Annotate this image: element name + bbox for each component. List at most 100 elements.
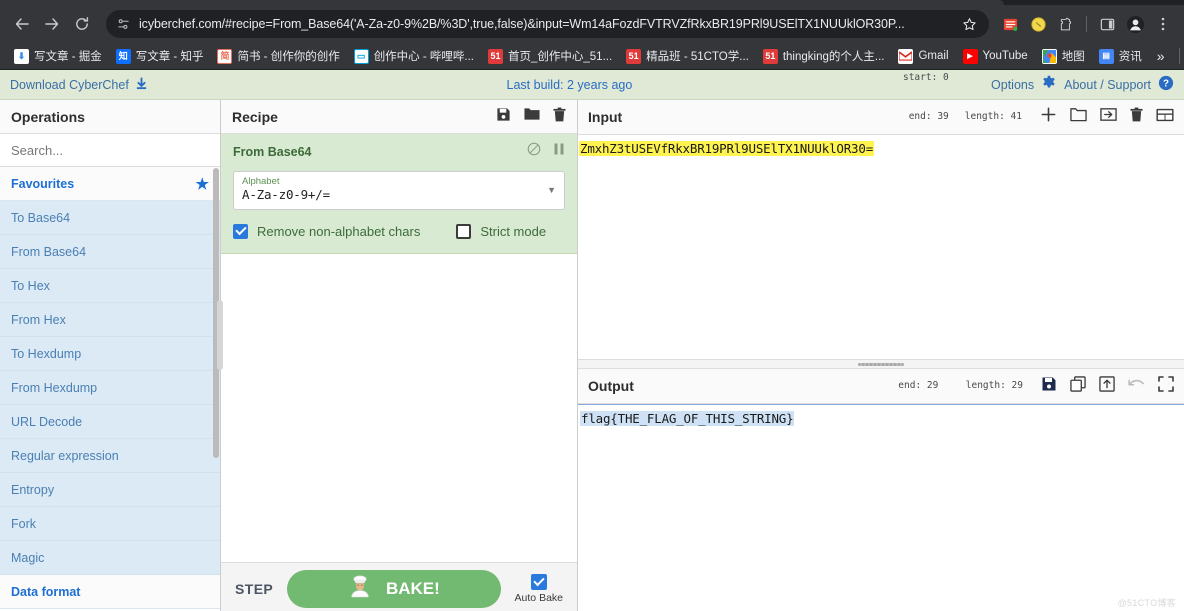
copy-output-icon[interactable]: [1070, 376, 1086, 397]
bookmarks-overflow-button[interactable]: »: [1150, 48, 1172, 64]
load-recipe-icon[interactable]: [524, 107, 540, 126]
end-value: 29: [927, 380, 938, 391]
reload-icon[interactable]: [68, 10, 96, 38]
clear-input-icon[interactable]: [1130, 107, 1143, 127]
category-data-format[interactable]: Data format: [0, 575, 220, 609]
bookmark-item[interactable]: 知 写文章 - 知乎: [110, 45, 210, 67]
bookmark-item[interactable]: ▭ 创作中心 - 哔哩哔...: [348, 45, 480, 67]
step-button[interactable]: STEP: [235, 581, 273, 597]
clear-recipe-icon[interactable]: [553, 107, 566, 127]
recipe-title-row: Recipe: [221, 100, 577, 134]
site-settings-icon[interactable]: [116, 17, 131, 32]
bookmark-item[interactable]: 51 精品班 - 51CTO学...: [620, 45, 755, 67]
operation-label: To Base64: [11, 211, 70, 225]
breakpoint-pause-icon[interactable]: [553, 142, 565, 161]
checkbox-icon: [531, 574, 547, 590]
bookmark-item[interactable]: 51 thingking的个人主...: [757, 45, 891, 67]
checkbox-label: Strict mode: [480, 224, 546, 239]
bookmark-favicon: 知: [116, 49, 131, 64]
bookmark-favicon: ▭: [354, 49, 369, 64]
bookmark-favicon: 51: [763, 49, 778, 64]
bookmark-favicon: 51: [488, 49, 503, 64]
operation-label: Fork: [11, 517, 36, 531]
io-pane: Input start: 0 end: 39 length: 39 length…: [578, 100, 1184, 611]
alphabet-argument-field[interactable]: Alphabet A-Za-z0-9+/= ▼: [233, 171, 565, 210]
bookmark-label: 简书 - 创作你的创作: [237, 48, 339, 64]
help-icon[interactable]: ?: [1158, 75, 1174, 94]
operation-fork[interactable]: Fork: [0, 507, 220, 541]
bookmark-item[interactable]: 简 简书 - 创作你的创作: [211, 45, 345, 67]
extensions-puzzle-icon[interactable]: [1053, 11, 1079, 37]
open-folder-as-input-icon[interactable]: [1100, 107, 1117, 127]
url-text: icyberchef.com/#recipe=From_Base64('A-Za…: [139, 17, 954, 31]
back-icon[interactable]: [8, 10, 36, 38]
category-favourites[interactable]: Favourites ★: [0, 167, 220, 201]
reset-pane-layout-icon[interactable]: [1156, 108, 1174, 127]
extension-notes-icon[interactable]: [997, 11, 1023, 37]
category-label: Data format: [11, 585, 80, 599]
bookmark-item[interactable]: ⬇ 写文章 - 掘金: [8, 45, 108, 67]
bake-button[interactable]: BAKE!: [287, 570, 500, 608]
operation-from-hexdump[interactable]: From Hexdump: [0, 371, 220, 405]
operations-search-input[interactable]: [0, 134, 220, 167]
disable-operation-icon[interactable]: [527, 142, 541, 161]
bookmark-favicon: 简: [217, 49, 232, 64]
input-text: ZmxhZ3tUSEVfRkxBR19PRl9USElTX1NUUklOR30=: [579, 141, 874, 156]
star-icon: ★: [196, 175, 209, 193]
gear-icon[interactable]: [1041, 75, 1057, 94]
profile-avatar-icon[interactable]: [1122, 11, 1148, 37]
chrome-menu-icon[interactable]: [1150, 11, 1176, 37]
operation-to-hex[interactable]: To Hex: [0, 269, 220, 303]
bake-bar: STEP BAKE! Auto Bake: [221, 562, 577, 611]
undo-bake-icon[interactable]: [1128, 377, 1145, 396]
tab-strip[interactable]: [0, 0, 1184, 5]
bookmark-item[interactable]: 51 首页_创作中心_51...: [482, 45, 618, 67]
auto-bake-toggle[interactable]: Auto Bake: [515, 574, 563, 604]
output-title: Output: [588, 378, 634, 394]
operation-to-hexdump[interactable]: To Hexdump: [0, 337, 220, 371]
length2-value: 41: [1011, 111, 1022, 122]
operation-to-base64[interactable]: To Base64: [0, 201, 220, 235]
chevron-down-icon[interactable]: ▼: [547, 185, 556, 195]
operation-url-decode[interactable]: URL Decode: [0, 405, 220, 439]
operation-label: From Base64: [11, 245, 86, 259]
end-value: 39: [937, 111, 948, 122]
save-recipe-icon[interactable]: [496, 107, 511, 127]
operation-label: From Hex: [11, 313, 66, 327]
recipe-operation-from-base64[interactable]: From Base64 Alphabet A-Za-z0-9+/= ▼: [221, 134, 577, 254]
operation-entropy[interactable]: Entropy: [0, 473, 220, 507]
operation-from-hex[interactable]: From Hex: [0, 303, 220, 337]
add-input-tab-icon[interactable]: [1040, 106, 1057, 128]
bookmark-favicon: 51: [626, 49, 641, 64]
save-output-icon[interactable]: [1041, 376, 1057, 397]
bookmark-star-icon[interactable]: [962, 17, 979, 32]
extension-coin-icon[interactable]: [1025, 11, 1051, 37]
download-cyberchef-link[interactable]: Download CyberChef: [10, 77, 148, 93]
category-label: Favourites: [11, 177, 74, 191]
address-bar[interactable]: icyberchef.com/#recipe=From_Base64('A-Za…: [106, 10, 989, 38]
about-support-label[interactable]: About / Support: [1064, 78, 1151, 92]
alphabet-value: A-Za-z0-9+/=: [242, 187, 556, 203]
download-icon: [135, 77, 148, 93]
bookmark-item[interactable]: 地图: [1036, 45, 1091, 67]
replace-input-with-output-icon[interactable]: [1099, 376, 1115, 397]
remove-non-alphabet-chars-checkbox[interactable]: Remove non-alphabet chars: [233, 224, 420, 239]
maximise-output-icon[interactable]: [1158, 376, 1174, 397]
recipe-splitter-handle[interactable]: [217, 300, 223, 370]
open-folder-icon[interactable]: [1070, 107, 1087, 127]
bookmark-favicon: ⬇: [14, 49, 29, 64]
bake-label: BAKE!: [386, 579, 440, 599]
operation-magic[interactable]: Magic: [0, 541, 220, 575]
bookmark-item[interactable]: ▤ 资讯: [1093, 45, 1148, 67]
operation-from-base64[interactable]: From Base64: [0, 235, 220, 269]
forward-icon[interactable]: [38, 10, 66, 38]
operations-pane: Operations Favourites ★ To Base64 From B…: [0, 100, 221, 611]
strict-mode-checkbox[interactable]: Strict mode: [456, 224, 546, 239]
length2-label: length:: [966, 380, 1006, 391]
input-textarea[interactable]: ZmxhZ3tUSEVfRkxBR19PRl9USElTX1NUUklOR30=: [578, 135, 1184, 359]
length2-label: length:: [965, 111, 1005, 122]
output-textarea[interactable]: flag{THE_FLAG_OF_THIS_STRING} @51CTO博客: [578, 404, 1184, 611]
checkbox-icon: [456, 224, 471, 239]
operation-regular-expression[interactable]: Regular expression: [0, 439, 220, 473]
side-panel-icon[interactable]: [1094, 11, 1120, 37]
